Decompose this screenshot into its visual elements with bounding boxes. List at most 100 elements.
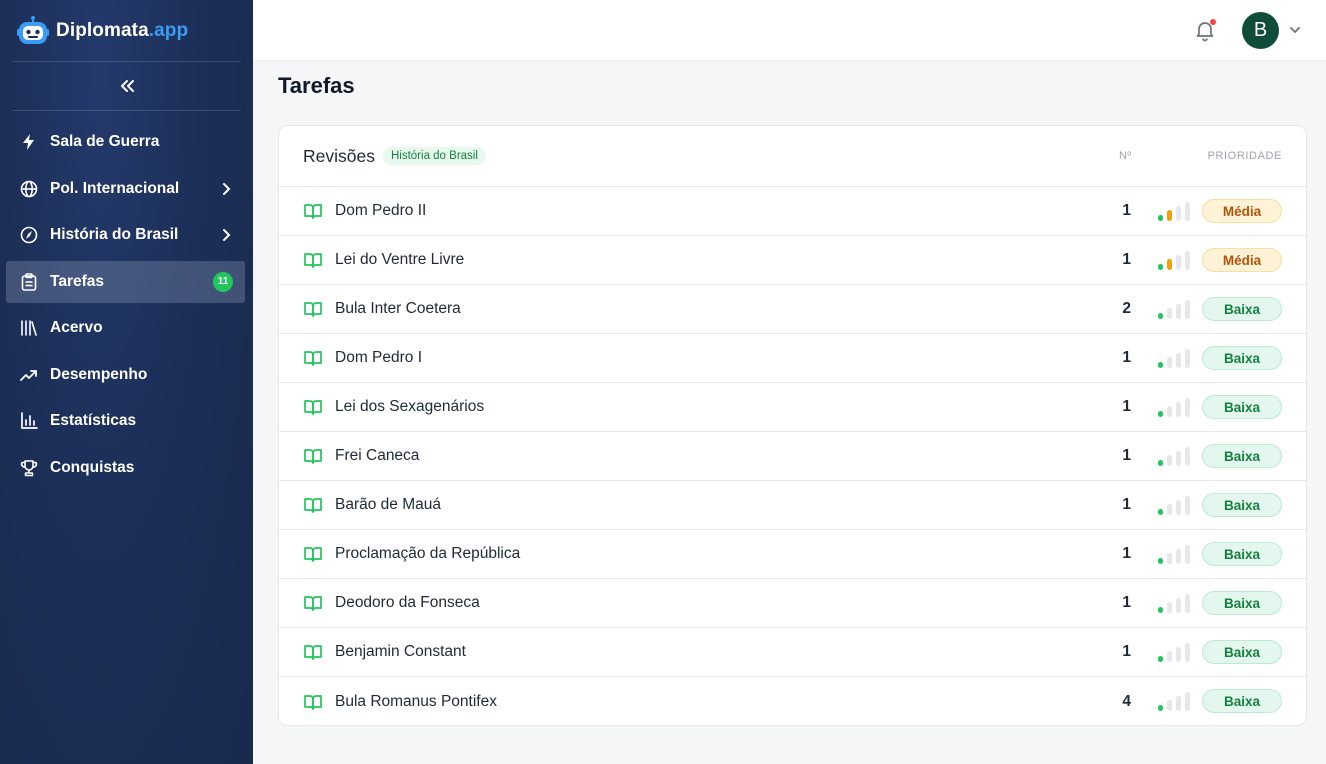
priority-bar bbox=[1176, 549, 1181, 564]
priority-badge: Baixa bbox=[1202, 493, 1282, 517]
task-count: 1 bbox=[1122, 545, 1131, 562]
open-book-icon bbox=[304, 596, 322, 611]
task-count: 1 bbox=[1122, 398, 1131, 415]
priority-bar bbox=[1158, 460, 1163, 466]
priority-bar bbox=[1158, 215, 1163, 221]
priority-badge: Média bbox=[1202, 248, 1282, 272]
priority-bar bbox=[1158, 313, 1163, 319]
sidebar-item-desempenho[interactable]: Desempenho bbox=[6, 354, 245, 396]
priority-bar bbox=[1167, 406, 1172, 417]
priority-bar bbox=[1176, 696, 1181, 711]
sidebar-nav: Sala de Guerra Pol. Internacional Histór… bbox=[0, 111, 253, 489]
task-name: Lei dos Sexagenários bbox=[335, 398, 485, 415]
card-title: Revisões bbox=[303, 145, 375, 166]
trophy-icon bbox=[20, 459, 38, 477]
priority-bar bbox=[1185, 692, 1190, 711]
priority-bar bbox=[1185, 496, 1190, 515]
table-row[interactable]: Benjamin Constant 1 Baixa bbox=[279, 628, 1306, 677]
priority-bar bbox=[1167, 357, 1172, 368]
priority-badge: Baixa bbox=[1202, 346, 1282, 370]
priority-badge: Baixa bbox=[1202, 689, 1282, 713]
table-row[interactable]: Frei Caneca 1 Baixa bbox=[279, 432, 1306, 481]
sidebar: Diplomata.app Sala de Guerra Pol. Intern… bbox=[0, 0, 253, 764]
task-count: 2 bbox=[1122, 300, 1131, 317]
priority-level-bars bbox=[1158, 349, 1190, 368]
priority-bar bbox=[1185, 349, 1190, 368]
priority-level-bars bbox=[1158, 202, 1190, 221]
sidebar-item-label: Sala de Guerra bbox=[50, 133, 160, 150]
bolt-icon bbox=[20, 133, 38, 151]
sidebar-item-label: Pol. Internacional bbox=[50, 179, 180, 197]
collapse-sidebar-button[interactable] bbox=[0, 62, 253, 110]
task-name: Frei Caneca bbox=[335, 447, 420, 464]
sidebar-item-tarefas[interactable]: Tarefas 11 bbox=[6, 260, 245, 303]
priority-bar bbox=[1167, 700, 1172, 711]
bar-chart-icon bbox=[20, 412, 38, 430]
chevrons-left-icon bbox=[120, 80, 134, 92]
task-name: Dom Pedro II bbox=[335, 202, 427, 219]
task-name: Bula Inter Coetera bbox=[335, 300, 461, 317]
notification-dot bbox=[1210, 19, 1216, 25]
priority-bar bbox=[1167, 602, 1172, 613]
priority-bar bbox=[1167, 308, 1172, 319]
task-count: 1 bbox=[1122, 594, 1131, 611]
avatar[interactable]: B bbox=[1242, 12, 1279, 49]
priority-level-bars bbox=[1158, 251, 1190, 270]
reviews-card: Revisões História do Brasil Nº PRIORIDAD… bbox=[278, 125, 1307, 726]
priority-bar bbox=[1176, 647, 1181, 662]
task-name: Barão de Mauá bbox=[335, 496, 441, 513]
open-book-icon bbox=[304, 694, 322, 710]
table-row[interactable]: Bula Inter Coetera 2 Baixa bbox=[279, 285, 1306, 334]
task-count: 1 bbox=[1122, 349, 1131, 366]
sidebar-item-sala-de-guerra[interactable]: Sala de Guerra bbox=[6, 121, 245, 163]
priority-bar bbox=[1176, 598, 1181, 613]
table-row[interactable]: Barão de Mauá 1 Baixa bbox=[279, 481, 1306, 530]
sidebar-item-conquistas[interactable]: Conquistas bbox=[6, 447, 245, 489]
task-count: 1 bbox=[1122, 202, 1131, 219]
table-row[interactable]: Bula Romanus Pontifex 4 Baixa bbox=[279, 677, 1306, 725]
table-row[interactable]: Lei dos Sexagenários 1 Baixa bbox=[279, 383, 1306, 432]
sidebar-item-estatisticas[interactable]: Estatísticas bbox=[6, 400, 245, 442]
page-title: Tarefas bbox=[278, 73, 355, 98]
priority-bar bbox=[1167, 259, 1172, 270]
priority-bar bbox=[1158, 705, 1163, 711]
open-book-icon bbox=[304, 302, 322, 317]
task-name: Bula Romanus Pontifex bbox=[335, 692, 497, 710]
library-icon bbox=[20, 319, 38, 337]
priority-bar bbox=[1158, 607, 1163, 613]
priority-level-bars bbox=[1158, 496, 1190, 515]
sidebar-item-pol-internacional[interactable]: Pol. Internacional bbox=[6, 168, 245, 210]
compass-icon bbox=[20, 226, 38, 244]
task-count: 4 bbox=[1122, 692, 1131, 710]
priority-badge: Baixa bbox=[1202, 591, 1282, 615]
priority-badge: Baixa bbox=[1202, 640, 1282, 664]
priority-bar bbox=[1185, 398, 1190, 417]
brand[interactable]: Diplomata.app bbox=[0, 0, 253, 61]
priority-bar bbox=[1167, 504, 1172, 515]
table-row[interactable]: Lei do Ventre Livre 1 Média bbox=[279, 236, 1306, 285]
sidebar-item-label: Acervo bbox=[50, 319, 103, 336]
chevron-down-icon[interactable] bbox=[1288, 23, 1302, 37]
table-row[interactable]: Dom Pedro I 1 Baixa bbox=[279, 334, 1306, 383]
priority-level-bars bbox=[1158, 398, 1190, 417]
clipboard-icon bbox=[20, 272, 38, 291]
sidebar-item-acervo[interactable]: Acervo bbox=[6, 307, 245, 349]
task-name: Deodoro da Fonseca bbox=[335, 594, 480, 611]
table-row[interactable]: Proclamação da República 1 Baixa bbox=[279, 530, 1306, 579]
sidebar-item-label: Conquistas bbox=[50, 458, 135, 476]
open-book-icon bbox=[304, 204, 322, 219]
task-count: 1 bbox=[1122, 447, 1131, 464]
table-row[interactable]: Dom Pedro II 1 Média bbox=[279, 187, 1306, 236]
sidebar-item-label: História do Brasil bbox=[50, 226, 179, 243]
priority-bar bbox=[1158, 509, 1163, 515]
table-row[interactable]: Deodoro da Fonseca 1 Baixa bbox=[279, 579, 1306, 628]
priority-level-bars bbox=[1158, 300, 1190, 319]
notifications-button[interactable] bbox=[1193, 18, 1217, 42]
priority-bar bbox=[1158, 558, 1163, 564]
priority-level-bars bbox=[1158, 692, 1190, 711]
open-book-icon bbox=[304, 449, 322, 464]
sidebar-item-historia-do-brasil[interactable]: História do Brasil bbox=[6, 214, 245, 256]
priority-bar bbox=[1176, 451, 1181, 466]
open-book-icon bbox=[304, 400, 322, 415]
priority-bar bbox=[1176, 304, 1181, 319]
